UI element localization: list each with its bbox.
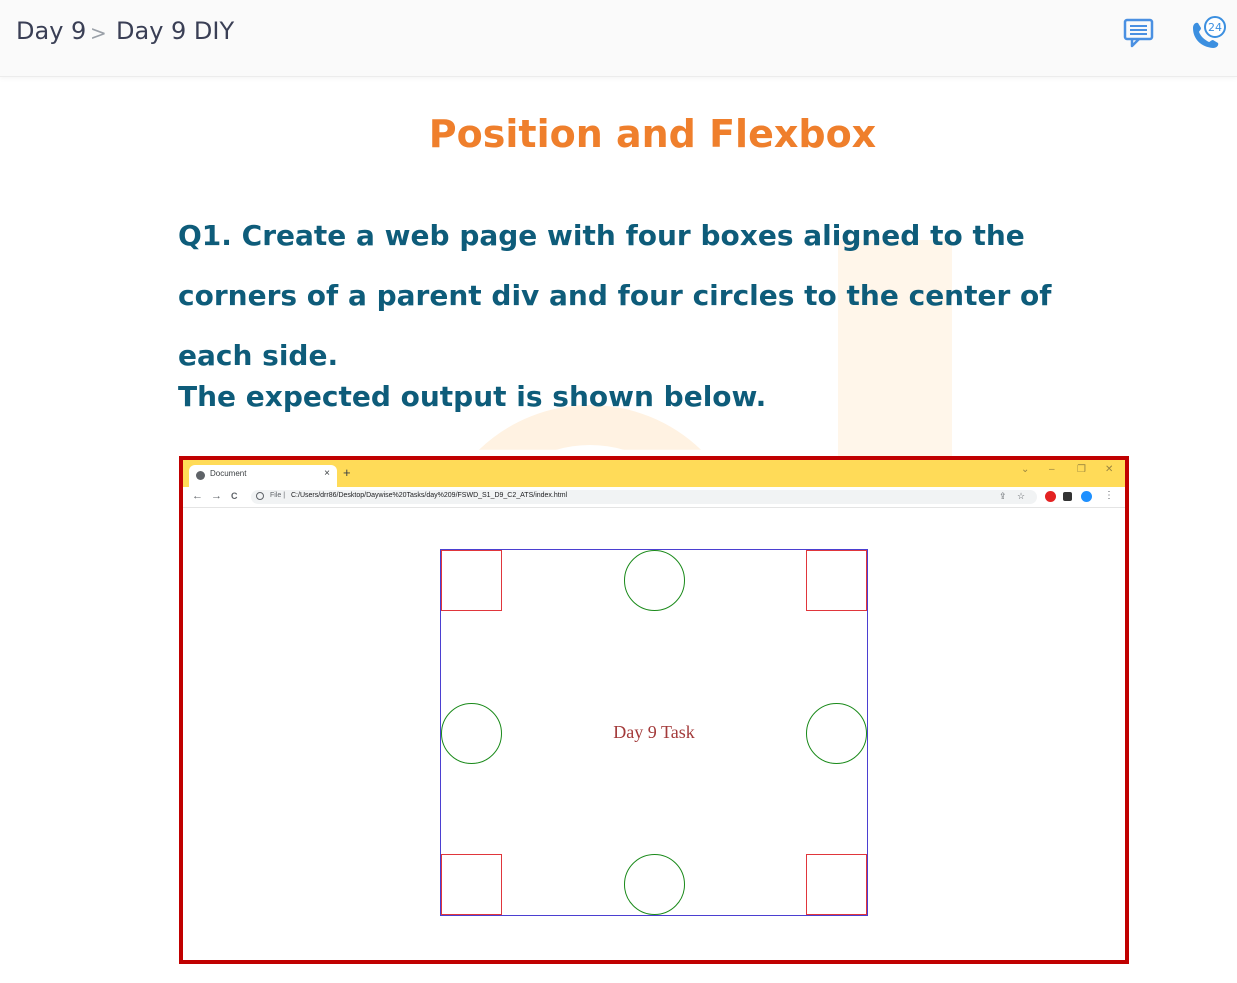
close-window-icon: ✕ xyxy=(1105,464,1114,475)
forward-arrow-icon: → xyxy=(211,490,222,502)
browser-toolbar: ← → C File | C:/Users/drr86/Desktop/Dayw… xyxy=(183,487,1125,508)
puzzle-icon xyxy=(1063,492,1072,501)
box-bottom-left xyxy=(441,854,502,915)
browser-tab-strip: Document × + ⌄ – ❐ ✕ xyxy=(183,460,1125,487)
menu-dots-icon: ⋮ xyxy=(1104,490,1114,501)
page-title: Position and Flexbox xyxy=(428,112,877,156)
chevron-down-icon: ⌄ xyxy=(1021,464,1030,475)
top-bar: Day 9 > Day 9 DIY 24 xyxy=(0,0,1237,77)
star-icon: ☆ xyxy=(1017,491,1026,501)
breadcrumb-item-day9-diy[interactable]: Day 9 DIY xyxy=(116,16,234,46)
opera-extension-icon xyxy=(1045,491,1056,502)
address-url: C:/Users/drr86/Desktop/Daywise%20Tasks/d… xyxy=(291,492,568,499)
box-bottom-right xyxy=(806,854,867,915)
tab-title: Document xyxy=(210,469,247,478)
globe-icon xyxy=(196,471,205,480)
box-top-left xyxy=(441,550,502,611)
address-bar: File | C:/Users/drr86/Desktop/Daywise%20… xyxy=(251,490,1037,504)
expected-output-screenshot: Document × + ⌄ – ❐ ✕ ← → C File | C:/Use… xyxy=(179,456,1129,964)
reload-icon: C xyxy=(231,491,238,501)
restore-icon: ❐ xyxy=(1077,464,1086,475)
phone-icon: 24 xyxy=(1193,16,1226,48)
chat-icon[interactable] xyxy=(1122,17,1156,49)
box-top-right xyxy=(806,550,867,611)
support-badge: 24 xyxy=(1208,21,1222,34)
minimize-icon: – xyxy=(1049,464,1055,475)
task-text: Day 9 Task xyxy=(613,722,695,742)
back-arrow-icon: ← xyxy=(192,490,203,502)
breadcrumb-separator-icon: > xyxy=(90,21,107,45)
expected-output-text: The expected output is shown below. xyxy=(178,380,767,413)
question-text: Q1. Create a web page with four boxes al… xyxy=(178,219,1052,372)
circle-bottom xyxy=(624,854,685,915)
circle-top xyxy=(624,550,685,611)
address-prefix: File | xyxy=(270,492,286,499)
phone-support-icon[interactable]: 24 xyxy=(1188,14,1228,52)
breadcrumb-item-day9[interactable]: Day 9 xyxy=(16,16,86,46)
info-icon xyxy=(256,492,264,500)
parent-div: Day 9 Task xyxy=(440,549,868,916)
new-tab-icon: + xyxy=(343,465,351,480)
share-icon: ⇪ xyxy=(999,491,1007,501)
tab-close-icon: × xyxy=(324,468,330,479)
profile-avatar xyxy=(1081,491,1092,502)
browser-tab: Document × xyxy=(189,465,337,487)
